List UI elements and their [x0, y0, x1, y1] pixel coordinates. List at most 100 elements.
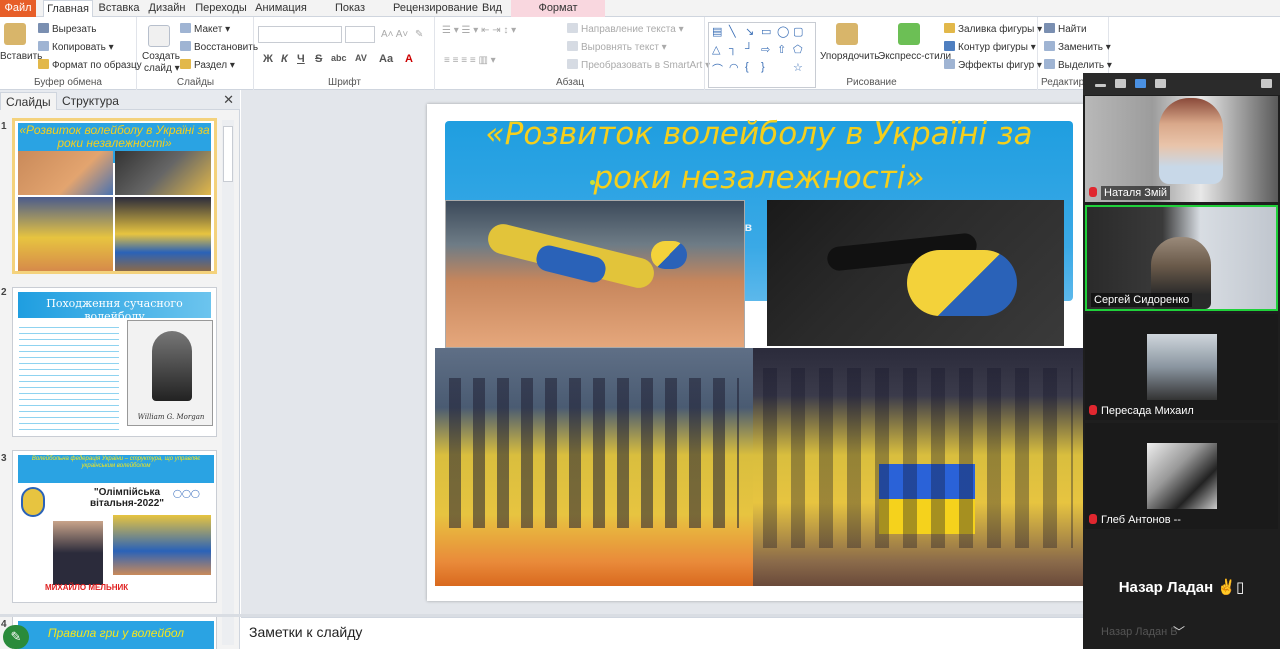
- participant-tile[interactable]: Пересада Михаил: [1085, 314, 1278, 420]
- new-slide-icon: [148, 25, 170, 47]
- zoom-participants-panel: Наталя Змій Сергей Сидоренко Пересада Ми…: [1083, 73, 1280, 649]
- copy-button[interactable]: Копировать ▾: [38, 41, 114, 53]
- brace-right-shape-icon[interactable]: }: [761, 61, 765, 73]
- up-arrow-shape-icon[interactable]: ⇧: [777, 43, 786, 56]
- photo-mens-team[interactable]: [753, 348, 1083, 586]
- tab-design[interactable]: Дизайн: [147, 0, 187, 17]
- cut-button[interactable]: Вырезать: [38, 23, 96, 35]
- photo-hand-ball[interactable]: [767, 200, 1064, 346]
- curve-shape-icon[interactable]: ⌒: [712, 61, 723, 77]
- tab-format[interactable]: Формат: [511, 0, 605, 17]
- federation-logo-icon: [21, 487, 45, 517]
- oval-shape-icon[interactable]: ◯: [777, 25, 789, 38]
- case-button[interactable]: Aa: [379, 53, 393, 65]
- layout-button[interactable]: Макет ▾: [180, 23, 230, 35]
- muted-mic-icon: [1089, 187, 1097, 197]
- section-button[interactable]: Раздел ▾: [180, 59, 235, 71]
- shape-outline-button[interactable]: Контур фигуры ▾: [944, 41, 1036, 53]
- team-figures: [449, 378, 739, 528]
- tab-animation[interactable]: Анимация: [254, 0, 308, 17]
- speaker-view-icon[interactable]: [1135, 79, 1146, 88]
- quick-styles-button[interactable]: Экспресс-стили: [878, 51, 951, 62]
- close-icon[interactable]: ✕: [223, 92, 234, 108]
- elbow-shape-icon[interactable]: ┐: [729, 43, 737, 55]
- rotation-handle[interactable]: [590, 180, 595, 185]
- slide-title[interactable]: «Розвиток волейболу в Україні за роки не…: [445, 112, 1073, 200]
- align-text-label: Выровнять текст: [581, 42, 659, 53]
- elbow-arrow-shape-icon[interactable]: ┘: [745, 43, 753, 55]
- find-button[interactable]: Найти: [1044, 23, 1087, 35]
- star-shape-icon[interactable]: ☆: [793, 61, 803, 74]
- chevron-down-icon[interactable]: ﹀: [1173, 623, 1185, 640]
- slide-canvas[interactable]: «Розвиток волейболу в Україні за роки не…: [427, 104, 1083, 601]
- minimize-icon[interactable]: [1095, 84, 1106, 87]
- spacing-button[interactable]: AV: [355, 53, 367, 63]
- bold-button[interactable]: Ж: [263, 53, 273, 65]
- replace-button[interactable]: Заменить ▾: [1044, 41, 1111, 53]
- slide-thumbnail-3[interactable]: Волейбольна федерація України – структур…: [12, 450, 217, 603]
- underline-button[interactable]: Ч: [297, 53, 305, 65]
- tab-review[interactable]: Рецензирование: [393, 0, 478, 17]
- new-slide-button-2[interactable]: слайд ▾: [144, 63, 180, 74]
- smartart-button[interactable]: Преобразовать в SmartArt ▾: [567, 59, 710, 71]
- italic-button[interactable]: К: [281, 53, 288, 65]
- list-buttons[interactable]: ☰ ▾ ☰ ▾ ⇤ ⇥ ↕ ▾: [442, 25, 516, 36]
- participant-tile[interactable]: Глеб Антонов --: [1085, 423, 1278, 529]
- view-icon[interactable]: [1115, 79, 1126, 88]
- format-painter-button[interactable]: Формат по образцу: [38, 59, 142, 71]
- align-text-button[interactable]: Выровнять текст ▾: [567, 41, 667, 53]
- triangle-shape-icon[interactable]: △: [712, 43, 720, 56]
- align-buttons[interactable]: ≡ ≡ ≡ ≡ ▥ ▾: [444, 55, 496, 66]
- clear-format-icon[interactable]: ✎: [415, 29, 423, 40]
- brace-left-shape-icon[interactable]: {: [745, 61, 749, 73]
- textbox-shape-icon[interactable]: ▤: [712, 25, 722, 38]
- arrange-button[interactable]: Упорядочить: [820, 51, 880, 62]
- pentagon-shape-icon[interactable]: ⬠: [793, 43, 803, 56]
- participant-tile[interactable]: Сергей Сидоренко: [1085, 205, 1278, 311]
- tab-view[interactable]: Вид: [478, 0, 506, 17]
- font-size-select[interactable]: [345, 26, 375, 43]
- slide-thumbnail-4[interactable]: Правила гри у волейбол: [12, 616, 217, 649]
- font-grow-shrink[interactable]: A˄ A˅: [381, 29, 408, 40]
- strike-button[interactable]: S: [315, 53, 322, 65]
- new-slide-button[interactable]: Создать: [142, 51, 180, 62]
- curve2-shape-icon[interactable]: ◠: [729, 61, 739, 74]
- participant-tile[interactable]: Наталя Змій: [1085, 96, 1278, 202]
- line-shape-icon[interactable]: ╲: [729, 25, 736, 38]
- slide-thumbnail-2[interactable]: Походження сучасного волейболу William G…: [12, 287, 217, 437]
- scrollbar-handle[interactable]: [223, 126, 233, 182]
- shapes-gallery[interactable]: ▤ ╲ ↘ ▭ ◯ ▢ △ ┐ ┘ ⇨ ⇧ ⬠ ⌒ ◠ { } ☆: [708, 22, 816, 88]
- shape-effects-label: Эффекты фигур: [958, 60, 1035, 71]
- font-color-button[interactable]: A: [405, 53, 413, 65]
- select-button[interactable]: Выделить ▾: [1044, 59, 1112, 71]
- arrow-shape-icon[interactable]: ↘: [745, 25, 754, 38]
- tab-outline[interactable]: Структура: [57, 92, 124, 110]
- rounded-rect-shape-icon[interactable]: ▢: [793, 25, 803, 38]
- tab-home[interactable]: Главная: [43, 0, 93, 18]
- shadow-button[interactable]: abc: [331, 53, 347, 63]
- maximize-icon[interactable]: [1261, 79, 1272, 88]
- shape-fill-button[interactable]: Заливка фигуры ▾: [944, 23, 1042, 35]
- tab-transitions[interactable]: Переходы: [195, 0, 247, 17]
- tab-slideshow[interactable]: Показ слайдов: [314, 0, 386, 31]
- replace-icon: [1044, 41, 1055, 51]
- zoom-toolbar: [1083, 73, 1280, 95]
- text-direction-button[interactable]: Направление текста ▾: [567, 23, 684, 35]
- new-slide-label-1: Создать: [142, 51, 181, 62]
- rect-shape-icon[interactable]: ▭: [761, 25, 771, 38]
- photo-womens-team[interactable]: [435, 348, 753, 586]
- slides-scrollbar[interactable]: [222, 120, 234, 645]
- reset-button[interactable]: Восстановить: [180, 41, 258, 53]
- tab-slides[interactable]: Слайды: [0, 92, 57, 110]
- pen-icon[interactable]: ✎: [3, 625, 29, 649]
- tab-file[interactable]: Файл: [0, 0, 36, 17]
- right-arrow-shape-icon[interactable]: ⇨: [761, 43, 770, 56]
- shape-effects-button[interactable]: Эффекты фигур ▾: [944, 59, 1042, 71]
- font-family-select[interactable]: [258, 26, 342, 43]
- photo-diving-player[interactable]: [445, 200, 745, 348]
- notes-pane[interactable]: Заметки к слайду: [241, 617, 1083, 649]
- paste-button[interactable]: Вставить: [0, 51, 42, 62]
- slide-thumbnail-1[interactable]: «Розвиток волейболу в Україні за роки не…: [12, 118, 217, 274]
- gallery-view-icon[interactable]: [1155, 79, 1166, 88]
- tab-insert[interactable]: Вставка: [98, 0, 140, 17]
